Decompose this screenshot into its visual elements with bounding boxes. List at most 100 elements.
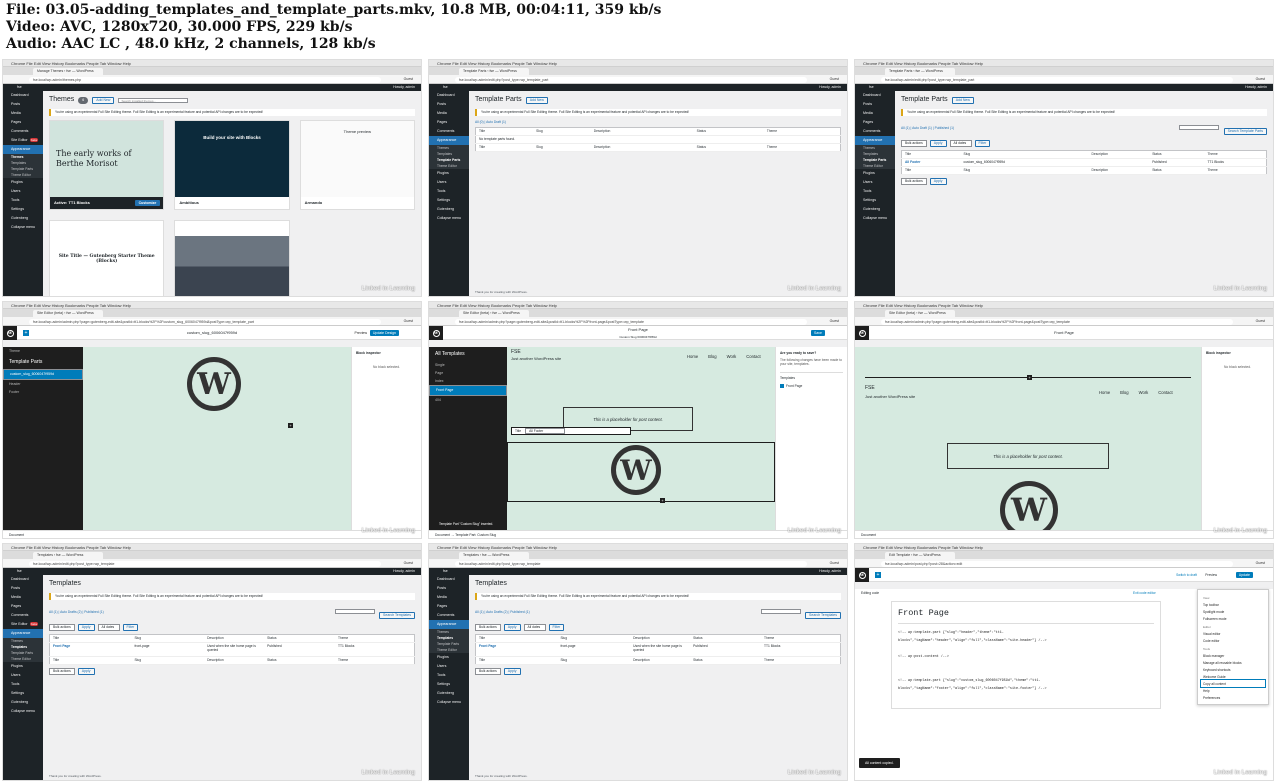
menu-spotlight[interactable]: Spotlight mode	[1201, 608, 1265, 615]
code-title-input[interactable]: Front Page	[898, 608, 1154, 624]
site-name[interactable]: fse	[17, 569, 22, 573]
menu-appearance[interactable]: Appearance	[429, 620, 469, 629]
search-themes-input[interactable]: Search installed themes...	[118, 97, 189, 103]
howdy-user[interactable]: Howdy, admin	[1245, 84, 1267, 91]
col-title[interactable]: Title	[475, 143, 534, 152]
col-title[interactable]: Title	[901, 166, 961, 175]
col-title[interactable]: Title	[49, 634, 132, 643]
browser-tab[interactable]: Templates ‹ fse — WordPress	[33, 552, 103, 559]
menu-settings[interactable]: Settings	[3, 205, 43, 214]
theme-card-tt1[interactable]: The early works of Berthe Morisot Active…	[49, 120, 165, 210]
exit-code-editor-button[interactable]: Exit code editor	[1133, 591, 1156, 595]
template-part-item[interactable]: custom_slug_6006047f959d	[3, 369, 83, 380]
menu-posts[interactable]: Posts	[3, 584, 43, 593]
menu-comments[interactable]: Comments	[3, 127, 43, 136]
menu-settings[interactable]: Settings	[429, 196, 469, 205]
menu-users[interactable]: Users	[429, 178, 469, 187]
menu-reusable-blocks[interactable]: Manage all reusable blocks	[1201, 659, 1265, 666]
menu-block-manager[interactable]: Block manager	[1201, 652, 1265, 659]
menu-preferences[interactable]: Preferences	[1201, 694, 1265, 701]
bulk-actions-select[interactable]: Bulk actions	[475, 668, 501, 675]
editor-canvas[interactable]: + FSE Just another WordPress site Home B…	[855, 347, 1201, 538]
theme-card-photo[interactable]	[174, 220, 290, 296]
menu-settings[interactable]: Settings	[3, 689, 43, 698]
document-title[interactable]: Front Page	[855, 326, 1273, 340]
menu-dashboard[interactable]: Dashboard	[429, 91, 469, 100]
menu-settings[interactable]: Settings	[855, 196, 895, 205]
checkbox-icon[interactable]	[780, 384, 784, 388]
menu-dashboard[interactable]: Dashboard	[3, 91, 43, 100]
menu-posts[interactable]: Posts	[3, 100, 43, 109]
site-name[interactable]: fse	[443, 569, 448, 573]
menu-pages[interactable]: Pages	[855, 118, 895, 127]
howdy-user[interactable]: Howdy, admin	[819, 568, 841, 575]
browser-tab[interactable]: Template Parts ‹ fse — WordPress	[885, 68, 955, 75]
browser-tab[interactable]: Templates ‹ fse — WordPress	[459, 552, 529, 559]
menu-welcome-guide[interactable]: Welcome Guide	[1201, 673, 1265, 680]
menu-pages[interactable]: Pages	[429, 602, 469, 611]
menu-media[interactable]: Media	[429, 109, 469, 118]
add-block-icon[interactable]: +	[875, 572, 881, 578]
menu-appearance[interactable]: Appearance	[3, 629, 43, 638]
post-content-placeholder[interactable]: This is a placeholder for post content.	[947, 443, 1109, 469]
menu-pages[interactable]: Pages	[3, 118, 43, 127]
menu-appearance[interactable]: Appearance	[429, 136, 469, 145]
add-new-button[interactable]: Add New	[92, 96, 115, 104]
menu-code-editor[interactable]: Code editor	[1201, 637, 1265, 644]
update-button[interactable]: Update	[1235, 572, 1253, 578]
menu-dashboard[interactable]: Dashboard	[3, 575, 43, 584]
status-filter-links[interactable]: All (1) | Auto Drafts (2) | Published (1…	[475, 610, 530, 614]
apply-button[interactable]: Apply	[929, 140, 947, 147]
menu-tools[interactable]: Tools	[429, 671, 469, 680]
site-name[interactable]: fse	[17, 85, 22, 89]
howdy-user[interactable]: Howdy, admin	[819, 84, 841, 91]
menu-site-editor[interactable]: Site Editor beta	[3, 620, 43, 629]
guest-profile[interactable]: Guest	[1256, 76, 1265, 83]
url-field[interactable]: fse.local/wp-admin/post.php?post=28&acti…	[881, 560, 1233, 567]
template-item[interactable]: 404	[429, 396, 507, 404]
menu-plugins[interactable]: Plugins	[855, 169, 895, 178]
add-new-button[interactable]: Add New	[525, 96, 548, 104]
url-field[interactable]: fse.local/wp-admin/themes.php	[29, 76, 381, 83]
row-title-link[interactable]: All Footer	[901, 158, 961, 167]
menu-help[interactable]: Help	[1201, 687, 1265, 694]
menu-top-toolbar[interactable]: Top toolbar	[1201, 601, 1265, 608]
template-item[interactable]: Single	[429, 361, 507, 369]
url-field[interactable]: fse.local/wp-admin/edit.php?post_type=wp…	[455, 560, 807, 567]
menu-dashboard[interactable]: Dashboard	[429, 575, 469, 584]
back-link[interactable]: Theme	[3, 347, 83, 355]
nav-item[interactable]: Blog	[1120, 390, 1128, 395]
menu-posts[interactable]: Posts	[429, 100, 469, 109]
customize-button[interactable]: Customize	[134, 200, 161, 206]
menu-plugins[interactable]: Plugins	[3, 178, 43, 187]
nav-item[interactable]: Contact	[746, 354, 760, 359]
save-button[interactable]: Save	[811, 330, 825, 336]
menu-comments[interactable]: Comments	[3, 611, 43, 620]
url-field[interactable]: fse.local/wp-admin/admin.php?page=gutenb…	[881, 318, 1233, 325]
editor-canvas[interactable]: FSE Just another WordPress site Home Blo…	[507, 347, 775, 530]
search-button[interactable]: Search Template Parts	[1223, 128, 1267, 135]
menu-tools[interactable]: Tools	[3, 680, 43, 689]
search-button[interactable]: Search Templates	[379, 612, 415, 619]
apply-button[interactable]: Apply	[77, 624, 95, 631]
template-item[interactable]: Page	[429, 369, 507, 377]
menu-gutenberg[interactable]: Gutenberg	[429, 205, 469, 214]
dates-select[interactable]: All dates	[97, 624, 120, 631]
filter-button[interactable]: Filter	[974, 140, 991, 147]
col-title[interactable]: Title	[475, 634, 558, 643]
bulk-actions-select[interactable]: Bulk actions	[901, 178, 927, 185]
menu-plugins[interactable]: Plugins	[3, 662, 43, 671]
document-title[interactable]: Front Page	[628, 327, 648, 332]
row-title-link[interactable]: Front Page	[475, 642, 558, 657]
switch-to-draft-button[interactable]: Switch to draft	[1176, 572, 1197, 578]
code-textarea[interactable]: <!-- wp:template-part {"slug":"header","…	[898, 629, 1154, 693]
status-filter-links[interactable]: All (1) | Auto Draft (1) | Published (1)	[901, 126, 954, 130]
browser-tab[interactable]: Manage Themes ‹ fse — WordPress	[33, 68, 103, 75]
menu-posts[interactable]: Posts	[855, 100, 895, 109]
apply-button[interactable]: Apply	[503, 624, 521, 631]
inserter-plus-icon[interactable]: +	[660, 498, 665, 503]
menu-settings[interactable]: Settings	[429, 680, 469, 689]
nav-item[interactable]: Work	[727, 354, 737, 359]
bulk-actions-select[interactable]: Bulk actions	[49, 624, 75, 631]
menu-dashboard[interactable]: Dashboard	[855, 91, 895, 100]
